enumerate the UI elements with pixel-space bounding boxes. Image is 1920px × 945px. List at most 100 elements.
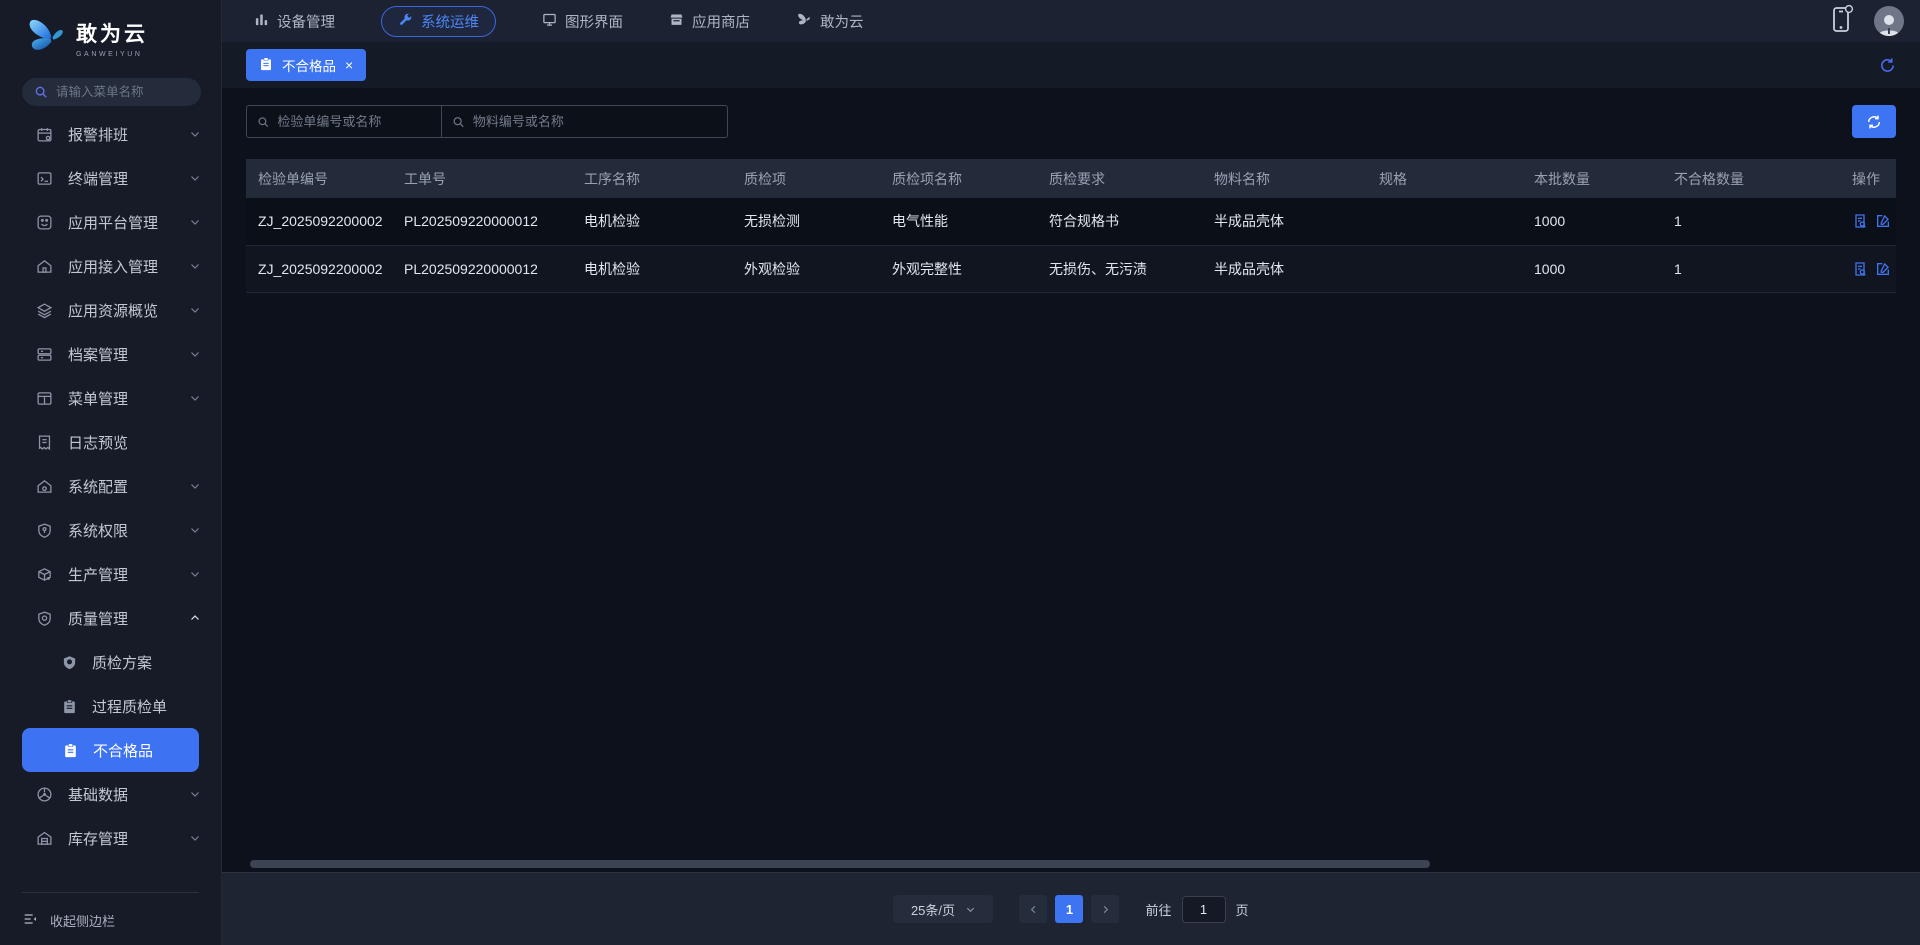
topnav-label: 敢为云 — [820, 14, 864, 31]
edit-icon[interactable] — [1875, 213, 1891, 229]
cell-item-name: 电气性能 — [892, 213, 948, 230]
sidebar-item-quality[interactable]: 质量管理 — [0, 596, 221, 640]
sidebar-footer: 收起侧边栏 — [0, 892, 221, 945]
edit-icon[interactable] — [1875, 261, 1891, 277]
butterfly-icon — [796, 12, 812, 31]
sidebar-item-app-platform[interactable]: 应用平台管理 — [0, 200, 221, 244]
page-size-value: 25条/页 — [910, 902, 956, 918]
refresh-data-button[interactable] — [1852, 105, 1896, 138]
search-icon — [453, 116, 464, 127]
sidebar-item-base-data[interactable]: 基础数据 — [0, 772, 221, 816]
material-no-search — [442, 105, 728, 138]
col-header: 规格 — [1367, 159, 1522, 198]
table-row[interactable]: ZJ_2025092200002 PL202509220000012 电机检验 … — [246, 245, 1896, 292]
sidebar-item-label: 质检方案 — [92, 654, 153, 672]
view-record-icon[interactable] — [1852, 261, 1868, 277]
sidebar-item-defective-products[interactable]: 不合格品 — [22, 728, 199, 772]
main-area: 设备管理 系统运维 图形界面 应用商店 敢为云 不合格品 × 检验单编号或名称 … — [222, 0, 1920, 945]
topnav-item-graphic-ui[interactable]: 图形界面 — [542, 11, 623, 32]
topnav-item-ganweiyun[interactable]: 敢为云 — [796, 11, 864, 32]
sidebar-item-process-inspection[interactable]: 过程质检单 — [0, 684, 221, 728]
sidebar-item-label: 应用接入管理 — [68, 258, 159, 276]
chevron-down-icon — [189, 392, 201, 404]
sidebar-item-system-permission[interactable]: 系统权限 — [0, 508, 221, 552]
cell-requirement: 无损伤、无污渍 — [1049, 260, 1147, 277]
phone-icon[interactable] — [1830, 4, 1854, 39]
monitor-icon — [542, 12, 557, 31]
cell-item: 无损检测 — [744, 213, 800, 230]
clipboard-icon — [62, 699, 78, 714]
sidebar-item-system-config[interactable]: 系统配置 — [0, 464, 221, 508]
sidebar-item-label: 菜单管理 — [68, 390, 129, 408]
col-header: 质检项名称 — [880, 159, 1037, 198]
device-chart-icon — [254, 12, 269, 31]
goto-label: 前往 — [1145, 902, 1172, 918]
inspection-no-search-input[interactable] — [277, 114, 431, 129]
close-icon[interactable]: × — [345, 58, 353, 72]
cell-batch-qty: 1000 — [1534, 260, 1566, 277]
top-navigation: 设备管理 系统运维 图形界面 应用商店 敢为云 — [222, 0, 1920, 42]
sidebar-item-archives[interactable]: 档案管理 — [0, 332, 221, 376]
sidebar-item-menu-mgmt[interactable]: 菜单管理 — [0, 376, 221, 420]
goto-page-input[interactable] — [1181, 895, 1226, 923]
sidebar-item-label: 过程质检单 — [92, 698, 168, 716]
topnav-item-system-ops[interactable]: 系统运维 — [381, 5, 496, 37]
tab-defective-products[interactable]: 不合格品 × — [246, 49, 367, 81]
col-header: 操作 — [1840, 159, 1896, 198]
cell-process: 电机检验 — [584, 213, 640, 230]
sidebar-menu-search[interactable] — [22, 78, 201, 106]
sidebar-item-production[interactable]: 生产管理 — [0, 552, 221, 596]
chevron-down-icon — [189, 568, 201, 580]
collapse-sidebar-button[interactable]: 收起侧边栏 — [0, 907, 221, 933]
terminal-icon — [36, 170, 54, 187]
collapse-label: 收起侧边栏 — [50, 913, 116, 929]
menu-board-icon — [36, 390, 54, 407]
sidebar-search-input[interactable] — [56, 85, 189, 99]
material-no-search-input[interactable] — [472, 114, 717, 129]
prev-page-button[interactable] — [1019, 895, 1048, 923]
topnav-item-device-mgmt[interactable]: 设备管理 — [254, 11, 335, 32]
cell-material: 半成品壳体 — [1214, 260, 1284, 277]
sidebar-item-app-resources[interactable]: 应用资源概览 — [0, 288, 221, 332]
sidebar-item-label: 不合格品 — [93, 742, 154, 760]
topbar-right — [1830, 4, 1920, 39]
topnav-item-app-store[interactable]: 应用商店 — [669, 11, 750, 32]
cell-inspection-no: ZJ_2025092200002 — [258, 213, 383, 230]
view-record-icon[interactable] — [1852, 213, 1868, 229]
chevron-down-icon — [966, 907, 975, 912]
chevron-down-icon — [189, 260, 201, 272]
sidebar-item-log-preview[interactable]: 日志预览 — [0, 420, 221, 464]
sidebar-item-label: 应用平台管理 — [68, 214, 159, 232]
butterfly-logo-icon — [24, 15, 68, 62]
log-document-icon — [36, 434, 54, 451]
inspection-no-search — [246, 105, 442, 138]
sidebar-item-app-access[interactable]: 应用接入管理 — [0, 244, 221, 288]
page-number-current[interactable]: 1 — [1055, 895, 1084, 923]
sidebar-item-alarm-schedule[interactable]: 报警排班 — [0, 112, 221, 156]
page-size-select[interactable]: 25条/页 — [893, 895, 994, 923]
cell-process: 电机检验 — [584, 260, 640, 277]
sidebar-item-inventory[interactable]: 库存管理 — [0, 816, 221, 860]
cell-requirement: 符合规格书 — [1049, 213, 1119, 230]
brand-text: 敢为云 GANWEIYUN — [76, 18, 148, 58]
warehouse-icon — [36, 830, 54, 847]
sidebar: 敢为云 GANWEIYUN 报警排班 终端管理 应用平台管理 — [0, 0, 222, 945]
table-row[interactable]: ZJ_2025092200002 PL202509220000012 电机检验 … — [246, 198, 1896, 245]
sidebar-item-quality-plan[interactable]: 质检方案 — [0, 640, 221, 684]
next-page-button[interactable] — [1091, 895, 1120, 923]
avatar[interactable] — [1874, 6, 1904, 36]
app-platform-icon — [36, 214, 54, 231]
search-icon — [258, 116, 269, 127]
goto-page: 前往 页 — [1145, 895, 1249, 923]
chevron-down-icon — [189, 216, 201, 228]
col-header: 工单号 — [392, 159, 572, 198]
calendar-alarm-icon — [36, 126, 54, 143]
col-header: 质检项 — [732, 159, 880, 198]
cell-defect-qty: 1 — [1674, 213, 1682, 230]
sidebar-divider — [22, 892, 199, 893]
horizontal-scrollbar[interactable] — [250, 860, 1430, 868]
sidebar-item-terminal[interactable]: 终端管理 — [0, 156, 221, 200]
cell-spec — [1367, 198, 1522, 245]
refresh-icon[interactable] — [1879, 57, 1896, 74]
col-header: 本批数量 — [1522, 159, 1662, 198]
